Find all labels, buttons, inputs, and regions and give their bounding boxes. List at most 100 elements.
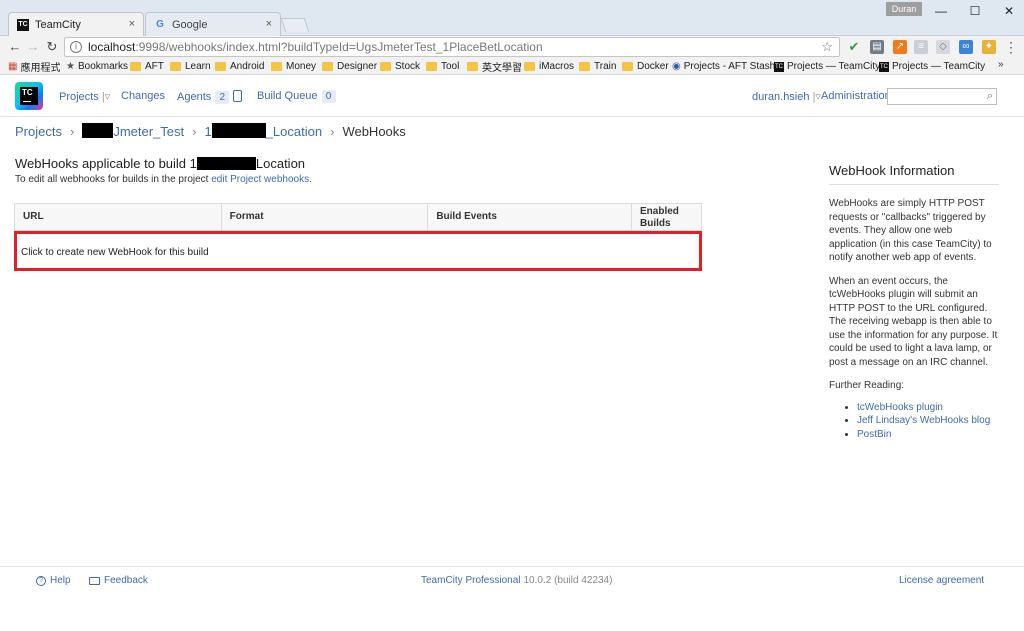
bookmark-label: Android [230,61,265,72]
bookmark-teamcity-1[interactable]: TC Projects — TeamCity [774,59,880,74]
bookmark-teamcity-2[interactable]: TC Projects — TeamCity [879,59,985,74]
nav-projects[interactable]: Projects |▿ [59,90,110,103]
page-title-prefix: WebHooks applicable to build 1 [15,156,197,171]
bookmark-label: Projects — TeamCity [787,61,881,72]
breadcrumb-project-label: Jmeter_Test [113,124,185,139]
side-panel-paragraph: When an event occurs, the tcWebHooks plu… [829,275,998,368]
nav-agents[interactable]: Agents 2 [177,90,243,104]
edit-project-webhooks-link[interactable]: edit Project webhooks [211,174,309,185]
list-item: tcWebHooks plugin [857,401,999,415]
bookmark-aft-stash[interactable]: ◉ Projects - AFT Stash [672,59,775,74]
nav-build-queue-label: Build Queue [257,90,318,102]
column-header-enabled-builds: Enabled Builds [631,203,702,231]
breadcrumb-projects[interactable]: Projects [15,124,62,139]
chevron-right-icon: › [69,123,75,139]
teamcity-favicon-icon: TC [774,61,784,72]
search-input[interactable]: ⌕ [887,88,997,105]
help-icon: ? [36,575,46,586]
breadcrumb-project[interactable]: Jmeter_Test [82,123,184,139]
folder-icon [426,62,437,71]
tab-close-icon[interactable]: × [266,18,272,30]
menu-kebab-icon[interactable]: ⋮ [1004,40,1018,54]
maximize-button[interactable]: ☐ [958,2,992,20]
search-icon[interactable]: ⌕ [987,90,993,103]
bookmark-folder-money[interactable]: Money [271,59,316,74]
header-divider [0,116,1024,117]
bookmark-star-icon[interactable]: ☆ [821,39,833,55]
column-header-url: URL [14,203,222,231]
nav-build-queue[interactable]: Build Queue 0 [257,90,336,103]
shield-extension-icon[interactable]: ◇ [936,40,950,54]
tab-google[interactable]: G Google × [145,12,281,36]
folder-icon [622,62,633,71]
list-item: PostBin [857,428,999,442]
further-reading-label: Further Reading: [829,380,905,391]
list-extension-icon[interactable]: ≡ [914,40,928,54]
feedback-icon [89,576,100,585]
site-info-icon[interactable]: i [70,41,82,53]
webhooks-blog-link[interactable]: Jeff Lindsay's WebHooks blog [857,415,990,426]
checkmark-extension-icon[interactable]: ✔ [847,40,861,54]
link-extension-icon[interactable]: ∞ [959,40,973,54]
tab-close-icon[interactable]: × [129,18,135,30]
postbin-link[interactable]: PostBin [857,429,891,440]
new-tab-button[interactable] [280,18,310,32]
globe-icon: ◉ [672,61,681,72]
minimize-button[interactable]: — [924,2,958,20]
chevron-down-icon[interactable]: ▿ [105,91,111,103]
reload-button[interactable]: ↻ [45,39,59,55]
bookmark-folder-docker[interactable]: Docker [622,59,669,74]
back-button[interactable]: ← [8,39,22,55]
bookmark-folder-tool[interactable]: Tool [426,59,459,74]
nav-administration[interactable]: Administration [821,90,891,102]
create-webhook-row[interactable]: Click to create new WebHook for this bui… [14,231,702,271]
bookmark-folder-android[interactable]: Android [215,59,264,74]
user-name: duran.hsieh [752,91,810,103]
product-name-link[interactable]: TeamCity Professional [421,575,520,586]
tcwebhooks-plugin-link[interactable]: tcWebHooks plugin [857,402,943,413]
breadcrumb-build-suffix: _Location [265,124,323,139]
bookmarks-overflow-button[interactable]: » [998,59,1004,70]
bookmark-folder-designer[interactable]: Designer [322,59,377,74]
bookmark-folder-learn[interactable]: Learn [170,59,211,74]
bookmark-bookmarks[interactable]: ★ Bookmarks [66,59,128,74]
bookmark-label: iMacros [539,61,575,72]
bookmark-label: Projects - AFT Stash [683,61,776,72]
further-reading-list: tcWebHooks plugin Jeff Lindsay's WebHook… [829,401,999,442]
bookmark-folder-imacros[interactable]: iMacros [524,59,574,74]
teamcity-favicon-icon: TC [17,18,29,31]
bookmark-folder-train[interactable]: Train [579,59,616,74]
address-bar[interactable]: i localhost:9998/webhooks/index.html?bui… [64,37,840,57]
subtitle-end: . [309,174,312,185]
tab-teamcity[interactable]: TC TeamCity × [8,12,144,36]
footer-feedback[interactable]: Feedback [89,575,148,586]
redaction-block [82,123,114,138]
puzzle-extension-icon[interactable]: ✦ [982,40,996,54]
address-path: :9998/webhooks/index.html?buildTypeId=Ug… [135,40,543,54]
bookmark-apps[interactable]: ▦ 應用程式 [8,59,60,74]
folder-icon [322,62,333,71]
chart-extension-icon[interactable]: ▤ [870,40,884,54]
folder-icon [271,62,282,71]
bookmark-label: Learn [185,61,211,72]
profile-badge[interactable]: Duran [886,2,922,16]
graph-extension-icon[interactable]: ↗ [893,40,907,54]
teamcity-logo[interactable]: TC [15,82,43,110]
user-menu[interactable]: duran.hsieh |▿ [752,90,821,103]
license-agreement-link[interactable]: License agreement [899,575,984,586]
bookmark-label: Docker [637,61,669,72]
footer-help[interactable]: ? Help [36,575,71,586]
logo-mark: TC [20,87,38,105]
nav-changes[interactable]: Changes [121,90,165,102]
bookmark-folder-aft[interactable]: AFT [130,59,164,74]
folder-icon [130,62,141,71]
bookmark-folder-english[interactable]: 英文學習 [467,59,522,74]
page-title: WebHooks applicable to build 1 Location [15,156,305,171]
chevron-right-icon: › [192,123,197,139]
tab-title: TeamCity [35,18,81,31]
forward-button[interactable]: → [26,39,40,55]
breadcrumb-build[interactable]: 1 _Location [204,123,322,139]
bookmark-folder-stock[interactable]: Stock [380,59,420,74]
close-window-button[interactable]: ✕ [992,2,1024,20]
create-webhook-link[interactable]: Click to create new WebHook for this bui… [21,247,209,258]
